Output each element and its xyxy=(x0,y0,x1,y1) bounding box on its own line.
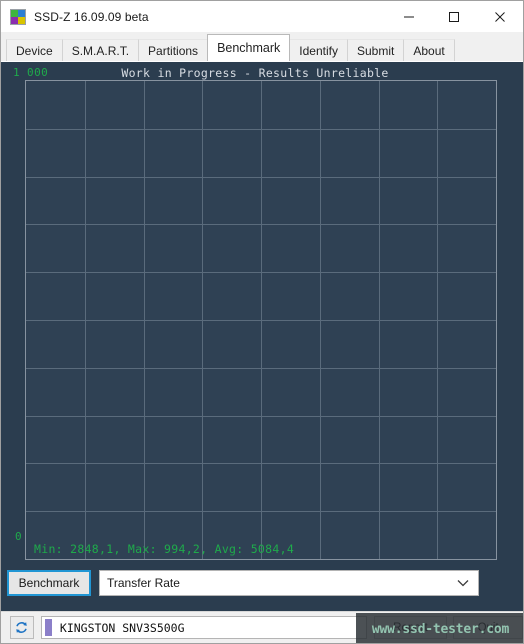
close-button[interactable] xyxy=(476,1,523,32)
chevron-down-icon xyxy=(457,571,469,595)
window-title: SSD-Z 16.09.09 beta xyxy=(34,9,149,24)
tab-smart[interactable]: S.M.A.R.T. xyxy=(61,39,140,61)
run-benchmark-button[interactable]: Benchmark xyxy=(7,570,91,596)
quit-button[interactable]: Quit xyxy=(453,616,523,639)
tab-identify[interactable]: Identify xyxy=(289,39,348,61)
chart-gridline-horizontal xyxy=(26,129,496,130)
app-tiles-icon xyxy=(10,8,26,25)
chart-gridline-horizontal xyxy=(26,320,496,321)
benchmark-mode-select[interactable]: Transfer Rate xyxy=(99,570,479,596)
chart-gridline-horizontal xyxy=(26,463,496,464)
chart-gridline-horizontal xyxy=(26,511,496,512)
close-icon xyxy=(494,11,505,22)
tab-submit[interactable]: Submit xyxy=(347,39,405,61)
chart-notice-text: Work in Progress - Results Unreliable xyxy=(121,66,389,80)
refresh-button[interactable] xyxy=(10,616,34,639)
drive-select-field[interactable]: KINGSTON SNV3S500G xyxy=(40,616,367,639)
tab-benchmark[interactable]: Benchmark xyxy=(207,34,291,61)
tab-device[interactable]: Device xyxy=(6,39,63,61)
titlebar: SSD-Z 16.09.09 beta xyxy=(1,1,523,32)
benchmark-panel: 1 000 Work in Progress - Results Unrelia… xyxy=(1,61,523,611)
chart-stats-line: Min: 2848,1, Max: 994,2, Avg: 5084,4 xyxy=(34,542,295,556)
chart-gridline-horizontal xyxy=(26,272,496,273)
chart-gridline-horizontal xyxy=(26,224,496,225)
report-button[interactable]: Report xyxy=(373,616,448,639)
drive-name-label: KINGSTON SNV3S500G xyxy=(59,620,185,635)
drive-color-marker xyxy=(44,619,52,636)
minimize-icon xyxy=(403,16,414,17)
tab-about[interactable]: About xyxy=(403,39,455,61)
chart-plot-area xyxy=(25,80,497,560)
benchmark-chart: 1 000 Work in Progress - Results Unrelia… xyxy=(7,64,503,562)
tab-strip: Device S.M.A.R.T. Partitions Benchmark I… xyxy=(1,32,523,61)
statusbar: KINGSTON SNV3S500G Report Quit xyxy=(1,611,523,643)
chart-gridline-horizontal xyxy=(26,416,496,417)
maximize-button[interactable] xyxy=(431,1,476,32)
y-axis-min-label: 0 xyxy=(15,530,22,543)
maximize-icon xyxy=(448,11,459,22)
benchmark-controls: Benchmark Transfer Rate xyxy=(7,567,499,599)
ssd-z-window: SSD-Z 16.09.09 beta Device S.M.A.R.T. Pa… xyxy=(0,0,524,644)
window-controls xyxy=(386,1,523,32)
benchmark-mode-value: Transfer Rate xyxy=(107,576,180,590)
minimize-button[interactable] xyxy=(386,1,431,32)
refresh-icon xyxy=(16,622,28,633)
tab-partitions[interactable]: Partitions xyxy=(138,39,209,61)
chart-gridline-horizontal xyxy=(26,368,496,369)
chart-gridline-horizontal xyxy=(26,177,496,178)
